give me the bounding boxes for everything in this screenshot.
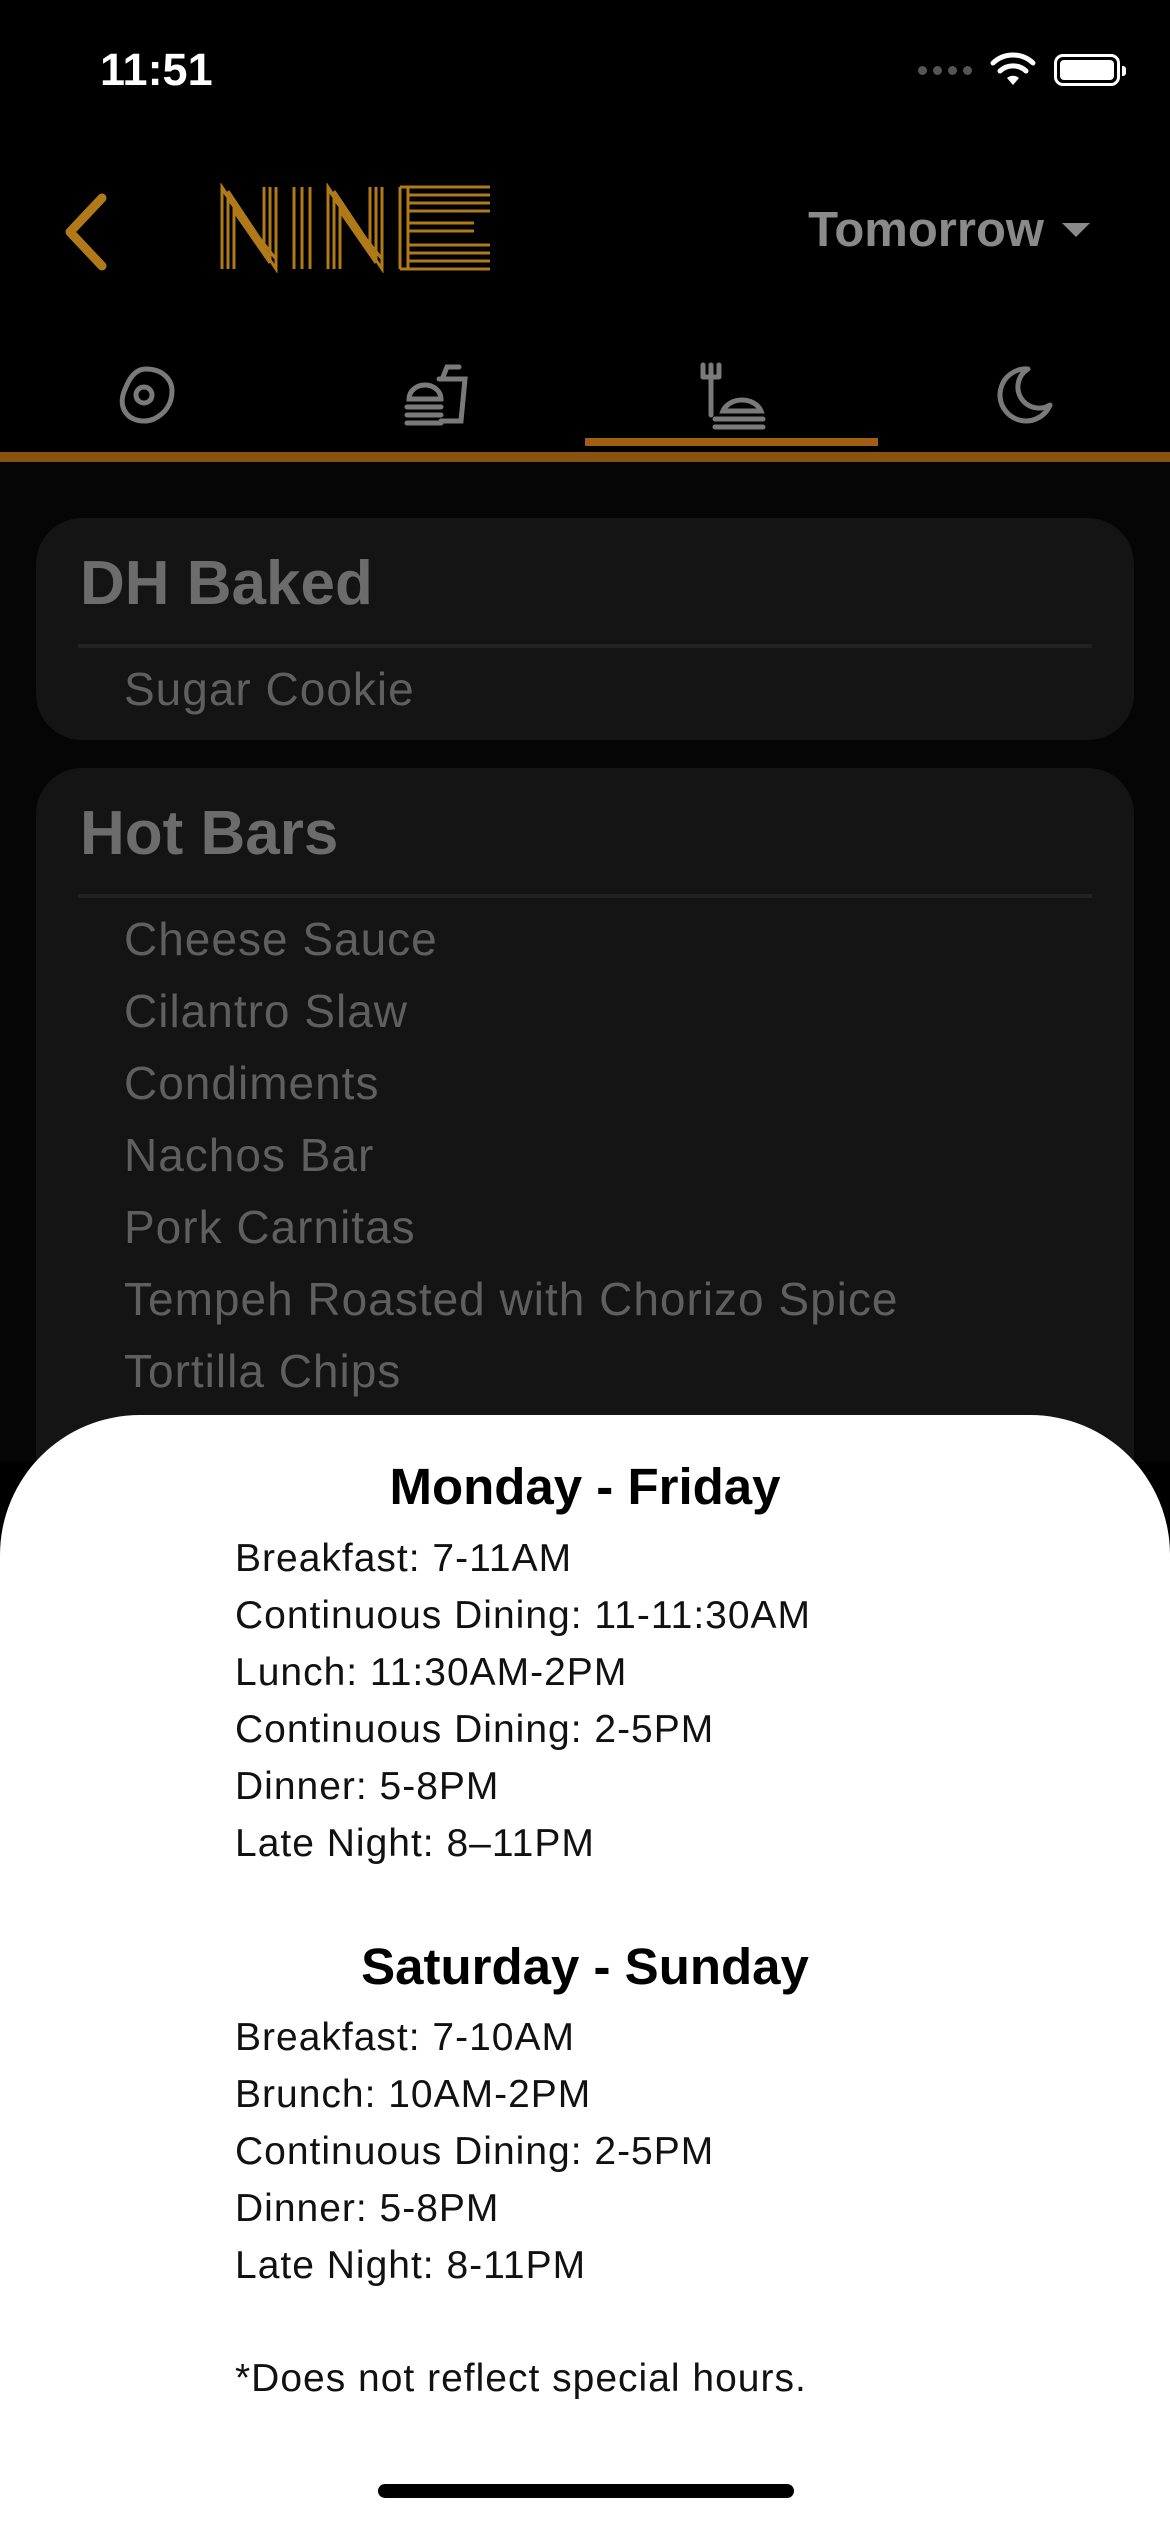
home-indicator[interactable] bbox=[378, 2484, 794, 2498]
hours-line: Continuous Dining: 2-5PM bbox=[235, 2130, 715, 2173]
tab-late-night[interactable] bbox=[878, 340, 1170, 450]
menu-item[interactable]: Pork Carnitas bbox=[124, 1200, 416, 1254]
status-time: 11:51 bbox=[100, 44, 213, 95]
caret-down-icon bbox=[1062, 223, 1090, 237]
tab-divider bbox=[0, 452, 1170, 462]
hours-line: Continuous Dining: 2-5PM bbox=[235, 1708, 715, 1751]
menu-section-card: DH Baked Sugar Cookie bbox=[36, 518, 1134, 740]
hours-line: Breakfast: 7-11AM bbox=[235, 1537, 573, 1580]
breakfast-egg-icon bbox=[120, 366, 175, 424]
hours-footnote: *Does not reflect special hours. bbox=[235, 2357, 807, 2400]
menu-item[interactable]: Sugar Cookie bbox=[124, 662, 415, 716]
nine-logo-icon bbox=[220, 181, 490, 275]
hours-line: Late Night: 8–11PM bbox=[235, 1822, 595, 1865]
menu-item[interactable]: Tempeh Roasted with Chorizo Spice bbox=[124, 1272, 898, 1326]
section-title: Hot Bars bbox=[80, 799, 339, 868]
lunch-tray-icon bbox=[404, 364, 468, 426]
status-icons bbox=[918, 52, 1126, 88]
hours-line: Continuous Dining: 11-11:30AM bbox=[235, 1594, 812, 1637]
wifi-icon bbox=[990, 52, 1036, 85]
day-selector-label: Tomorrow bbox=[808, 203, 1044, 257]
section-divider bbox=[78, 644, 1092, 648]
dinner-plate-icon bbox=[700, 362, 766, 430]
menu-item[interactable]: Cheese Sauce bbox=[124, 912, 438, 966]
menu-item[interactable]: Tortilla Chips bbox=[124, 1344, 401, 1398]
meal-tabs bbox=[0, 340, 1170, 450]
tab-breakfast[interactable] bbox=[0, 340, 293, 450]
section-divider bbox=[78, 894, 1092, 898]
hours-line: Late Night: 8-11PM bbox=[235, 2244, 587, 2287]
hours-bottom-sheet[interactable]: Monday - Friday Breakfast: 7-11AM Contin… bbox=[0, 1415, 1170, 2532]
cellular-signal-icon bbox=[918, 65, 972, 75]
tab-lunch[interactable] bbox=[293, 340, 586, 450]
section-title: DH Baked bbox=[80, 549, 373, 618]
menu-item[interactable]: Condiments bbox=[124, 1056, 379, 1110]
hours-line: Breakfast: 7-10AM bbox=[235, 2016, 575, 2059]
hours-line: Brunch: 10AM-2PM bbox=[235, 2073, 592, 2116]
tab-dinner[interactable] bbox=[585, 340, 878, 450]
menu-content: DH Baked Sugar Cookie Hot Bars Cheese Sa… bbox=[0, 462, 1170, 1528]
day-selector-dropdown[interactable]: Tomorrow bbox=[808, 202, 1090, 258]
hours-line: Lunch: 11:30AM-2PM bbox=[235, 1651, 628, 1694]
back-button[interactable] bbox=[60, 192, 110, 277]
menu-item[interactable]: Cilantro Slaw bbox=[124, 984, 408, 1038]
weekday-hours-heading: Monday - Friday bbox=[389, 1458, 781, 1515]
chevron-left-icon bbox=[65, 193, 107, 271]
menu-section-card: Hot Bars Cheese Sauce Cilantro Slaw Cond… bbox=[36, 768, 1134, 1528]
brand-logo bbox=[218, 181, 494, 278]
battery-icon bbox=[1054, 54, 1126, 86]
weekend-hours-heading: Saturday - Sunday bbox=[361, 1938, 809, 1995]
hours-line: Dinner: 5-8PM bbox=[235, 2187, 500, 2230]
late-night-moon-icon bbox=[997, 366, 1053, 424]
hours-line: Dinner: 5-8PM bbox=[235, 1765, 500, 1808]
menu-item[interactable]: Nachos Bar bbox=[124, 1128, 374, 1182]
